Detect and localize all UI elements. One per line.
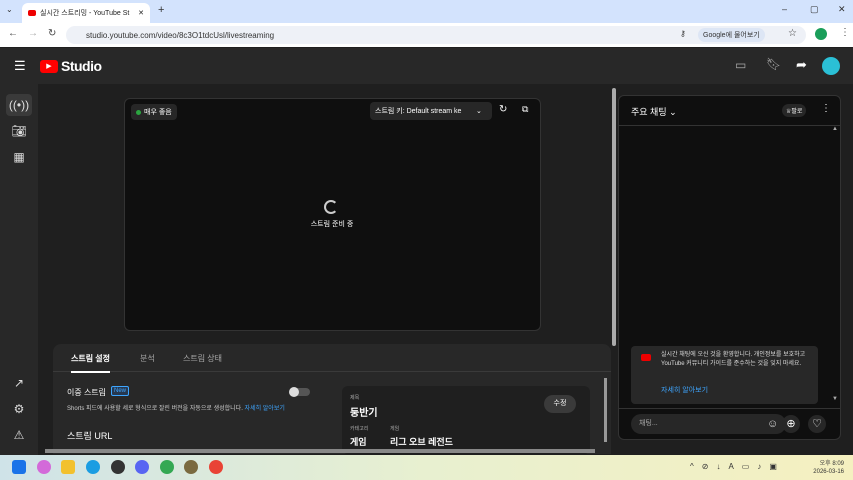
chat-mode-dropdown[interactable]: 주요 채팅 ⌄ xyxy=(631,105,677,118)
dual-stream-description: Shorts 피드에 사용할 세로 형식으로 잘린 버전을 자동으로 생성합니다… xyxy=(67,406,285,412)
settings-icon[interactable]: ⚙ xyxy=(10,400,28,418)
feedback-icon[interactable]: ⚠ xyxy=(10,426,28,444)
clock[interactable]: 오후 8:09 2026-03-16 xyxy=(808,458,844,475)
add-icon[interactable]: ⊕ xyxy=(782,415,800,433)
layout-icon[interactable]: ▭ xyxy=(735,58,746,72)
url-text[interactable]: studio.youtube.com/video/8c3O1tdcUsl/liv… xyxy=(86,31,274,40)
loading-spinner-icon xyxy=(324,200,338,214)
stream-url-label: 스트림 URL xyxy=(67,431,113,441)
minimize-icon[interactable]: – xyxy=(782,4,787,14)
camera-icon[interactable]: 📷︎ xyxy=(10,122,28,140)
chat-scroll-down-icon[interactable]: ▼ xyxy=(832,396,838,402)
category-value: 게임 xyxy=(350,437,367,447)
share-icon[interactable]: ➦ xyxy=(796,57,807,73)
tab-search-icon[interactable]: ⌄ xyxy=(6,5,13,14)
chat-menu-icon[interactable]: ⋮ xyxy=(821,103,831,114)
address-bar-row: ← → ↻ studio.youtube.com/video/8c3O1tdcU… xyxy=(0,23,853,47)
new-badge: New xyxy=(111,386,130,396)
stream-key-dropdown[interactable]: 스트림 키: Default stream ke ⌄ xyxy=(370,102,492,120)
system-tray-icons[interactable]: ^⊘↓A▭♪▣ xyxy=(690,462,785,471)
studio-logo[interactable]: Studio xyxy=(61,58,102,74)
copy-icon[interactable]: ⧉ xyxy=(522,104,528,115)
emoji-icon[interactable]: ☺ xyxy=(767,414,778,434)
chat-welcome-message: 실시간 채팅에 오신 것을 환영합니다. 개인정보를 보호하고 YouTube … xyxy=(631,346,818,404)
channel-avatar[interactable] xyxy=(822,57,840,75)
youtube-logo-icon[interactable]: ▶ xyxy=(40,60,58,73)
game-label: 게임 xyxy=(390,426,400,432)
health-status: 매우 좋음 xyxy=(144,109,172,116)
calendar-icon[interactable]: ▦ xyxy=(10,148,28,166)
close-window-icon[interactable]: ✕ xyxy=(838,4,846,15)
stream-settings-panel: 스트림 설정 분석 스트림 상태 이중 스트림 New Shorts 피드에 사… xyxy=(53,344,611,454)
reload-icon[interactable]: ↻ xyxy=(48,28,56,39)
stream-key-label: 스트림 키: Default stream ke xyxy=(375,108,462,115)
file-explorer-icon[interactable] xyxy=(61,460,75,474)
chat-scroll-up-icon[interactable]: ▲ xyxy=(832,126,838,132)
tab-analytics[interactable]: 분석 xyxy=(140,353,155,364)
browser-tab-bar: ⌄ 실시간 스트리밍 - YouTube St ✕ + – ▢ ✕ xyxy=(0,0,853,23)
youtube-favicon-icon xyxy=(28,10,36,16)
edit-button[interactable]: 수정 xyxy=(544,395,576,413)
forward-icon[interactable]: → xyxy=(28,28,38,39)
start-icon[interactable] xyxy=(12,460,26,474)
game-icon[interactable] xyxy=(184,460,198,474)
browser-menu-icon[interactable]: ⋮ xyxy=(840,27,850,38)
browser-tab[interactable]: 실시간 스트리밍 - YouTube St ✕ xyxy=(22,3,150,23)
bookmark-icon[interactable]: 🔖︎ xyxy=(766,57,781,71)
chevron-down-icon: ⌄ xyxy=(476,108,482,115)
edge-icon[interactable] xyxy=(86,460,100,474)
sidebar: ((•)) 📷︎ ▦ ↗ ⚙ ⚠ xyxy=(0,84,38,455)
heart-icon[interactable]: ♡ xyxy=(808,415,826,433)
settings-tabs: 스트림 설정 분석 스트림 상태 xyxy=(53,344,611,373)
close-tab-icon[interactable]: ✕ xyxy=(138,9,144,17)
loading-text: 스트림 준비 중 xyxy=(310,221,354,228)
dual-stream-learn-more-link[interactable]: 자세히 알아보기 xyxy=(245,406,285,412)
copilot-icon[interactable] xyxy=(37,460,51,474)
welcome-text: 실시간 채팅에 오신 것을 환영합니다. 개인정보를 보호하고 YouTube … xyxy=(661,352,806,367)
windows-taskbar: ^⊘↓A▭♪▣ 오후 8:09 2026-03-16 xyxy=(0,455,853,480)
settings-scrollbar[interactable] xyxy=(604,378,607,442)
horizontal-scrollbar[interactable] xyxy=(45,449,595,453)
live-stream-icon[interactable]: ((•)) xyxy=(6,94,32,116)
profile-avatar[interactable] xyxy=(815,28,827,40)
youtube-icon xyxy=(641,354,651,361)
refresh-icon[interactable]: ↻ xyxy=(499,104,507,115)
chat-input[interactable]: 채팅... ☺ xyxy=(631,414,786,434)
maximize-icon[interactable]: ▢ xyxy=(810,4,819,15)
chrome-icon[interactable] xyxy=(160,460,174,474)
main-scrollbar[interactable] xyxy=(612,88,616,346)
category-label: 카테고리 xyxy=(350,426,369,432)
discord-icon[interactable] xyxy=(135,460,149,474)
tab-title: 실시간 스트리밍 - YouTube St xyxy=(40,10,130,17)
url-bar[interactable]: studio.youtube.com/video/8c3O1tdcUsl/liv… xyxy=(66,26,806,44)
top-fan-button[interactable]: ♕팔로 xyxy=(782,104,807,117)
password-key-icon[interactable]: ⚷ xyxy=(680,29,686,38)
divider xyxy=(619,408,840,409)
stream-details-card: 제목 둥반기 수정 카테고리 게임 게임 리그 오브 레전드 xyxy=(342,386,590,454)
tab-stream-health[interactable]: 스트림 상태 xyxy=(183,353,222,364)
dual-stream-label: 이중 스트림 xyxy=(67,388,107,397)
ask-google-button[interactable]: Google에 물어보기 xyxy=(698,28,765,42)
stream-title: 둥반기 xyxy=(350,408,378,419)
app-icon[interactable] xyxy=(111,460,125,474)
title-label: 제목 xyxy=(350,395,360,401)
health-dot-icon xyxy=(136,109,141,115)
external-link-icon[interactable]: ↗ xyxy=(10,374,28,392)
time: 오후 8:09 xyxy=(819,461,844,467)
chat-learn-more-link[interactable]: 자세히 알아보기 xyxy=(661,385,708,395)
date: 2026-03-16 xyxy=(813,469,844,475)
game-value: 리그 오브 레전드 xyxy=(390,437,453,447)
live-chat-panel: 주요 채팅 ⌄ ♕팔로 ⋮ ▲ 실시간 채팅에 오신 것을 환영합니다. 개인정… xyxy=(618,95,841,440)
tab-stream-settings[interactable]: 스트림 설정 xyxy=(71,353,111,373)
dual-stream-toggle[interactable] xyxy=(289,387,310,397)
chrome-profile-icon[interactable] xyxy=(209,460,223,474)
bookmark-star-icon[interactable]: ☆ xyxy=(788,28,797,39)
stream-preview: 매우 좋음 스트림 키: Default stream ke ⌄ ↻ ⧉ 스트림 … xyxy=(124,98,541,331)
new-tab-icon[interactable]: + xyxy=(158,4,164,16)
stream-health-badge: 매우 좋음 xyxy=(131,104,177,120)
studio-header: ☰ ▶ Studio ▭ 🔖︎ ➦ xyxy=(0,48,853,84)
back-icon[interactable]: ← xyxy=(8,28,18,39)
menu-icon[interactable]: ☰ xyxy=(14,58,26,74)
chat-header: 주요 채팅 ⌄ ♕팔로 ⋮ xyxy=(619,96,840,126)
